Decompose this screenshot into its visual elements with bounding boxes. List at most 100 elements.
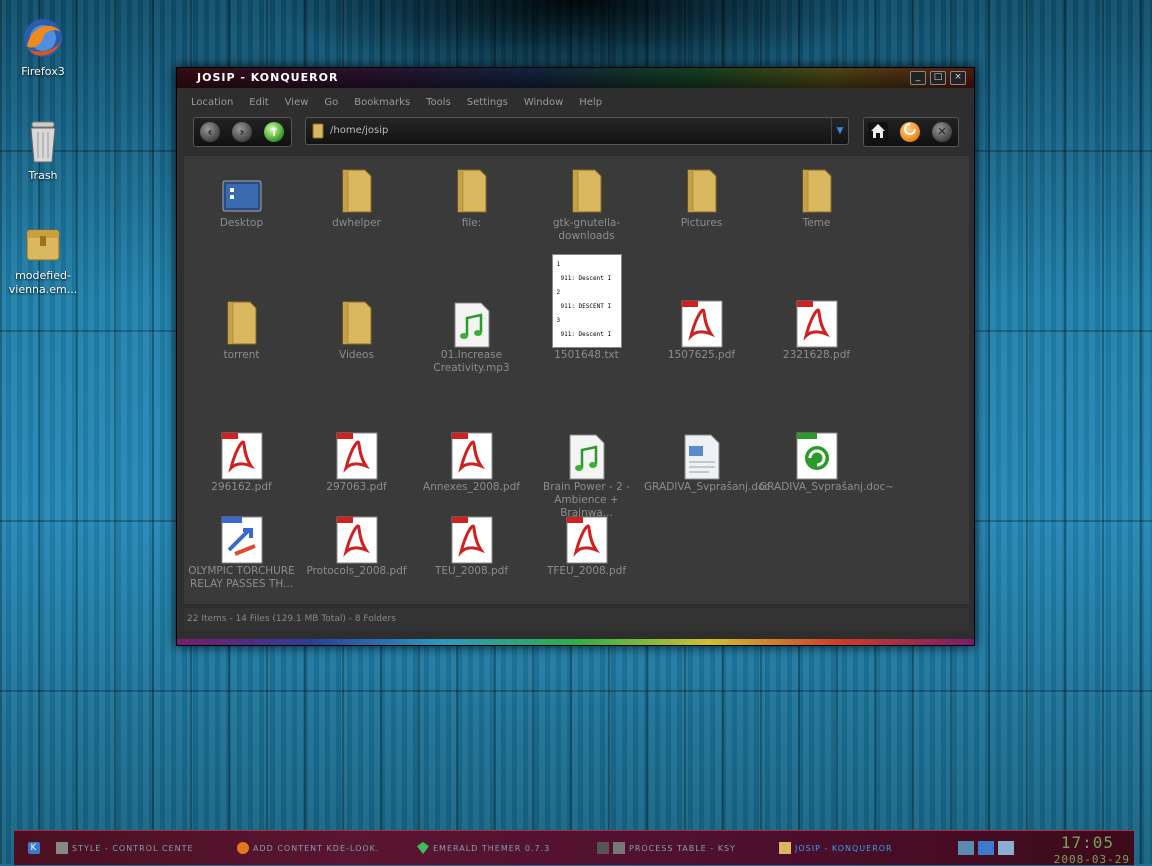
location-bar[interactable]: /home/josip ▼ [305, 117, 849, 145]
menu-edit[interactable]: Edit [241, 97, 276, 108]
desktop-icon-label: Firefox3 [21, 65, 65, 78]
maximize-button[interactable]: □ [930, 71, 946, 85]
pdf-icon [299, 508, 414, 564]
kde-menu-button[interactable]: K [28, 840, 40, 856]
location-input[interactable]: /home/josip [330, 125, 388, 136]
menu-window[interactable]: Window [516, 97, 571, 108]
audio-file-icon [414, 292, 529, 348]
pdf-icon [414, 508, 529, 564]
backup-file-icon [759, 424, 874, 480]
reload-icon [904, 123, 916, 135]
file-item[interactable]: GRADIVA_Svprašanj.doc~ [759, 424, 894, 494]
date: 2008-03-29 [1053, 853, 1130, 866]
file-item[interactable]: Videos [299, 292, 414, 362]
pdf-icon [414, 424, 529, 480]
file-name: 1507625.pdf [667, 349, 736, 361]
minimize-button[interactable]: _ [910, 71, 926, 85]
reload-button[interactable] [900, 122, 920, 142]
taskbar-task[interactable]: EMERALD THEMER 0.7.3 [417, 840, 550, 856]
emerald-icon [417, 842, 429, 854]
file-view: Desktop dwhelper file: gtk-gnutella-downloa… [184, 156, 969, 604]
control-center-icon [56, 842, 68, 854]
desktop-icon-archive[interactable]: modefied-vienna.em... [3, 224, 83, 297]
title-bar[interactable]: JOSIP - KONQUEROR _ □ × [177, 68, 974, 88]
desktop-icon-label: modefied-vienna.em... [8, 269, 78, 296]
file-name: file: [461, 217, 482, 229]
menu-bar: Location Edit View Go Bookmarks Tools Se… [183, 90, 610, 114]
file-item[interactable]: Desktop [184, 160, 299, 230]
file-item[interactable]: gtk-gnutella-downloads [529, 160, 644, 243]
file-item[interactable]: 296162.pdf [184, 424, 299, 494]
file-item[interactable]: TEU_2008.pdf [414, 508, 529, 578]
home-button[interactable] [868, 122, 888, 142]
task-label: EMERALD THEMER 0.7.3 [433, 843, 551, 853]
folder-icon [529, 160, 644, 216]
stop-button[interactable]: ✕ [932, 122, 952, 142]
taskbar-task[interactable]: STYLE - CONTROL CENTE [56, 840, 194, 856]
file-name: gtk-gnutella-downloads [552, 217, 621, 242]
chevron-down-icon[interactable]: ▼ [831, 118, 848, 144]
up-button[interactable]: ↑ [264, 122, 284, 142]
file-item[interactable]: 1507625.pdf [644, 292, 759, 362]
back-button[interactable]: ‹ [200, 122, 220, 142]
file-item[interactable]: 297063.pdf [299, 424, 414, 494]
menu-tools[interactable]: Tools [418, 97, 459, 108]
file-item[interactable]: 01.Increase Creativity.mp3 [414, 292, 529, 375]
taskbar-task[interactable]: ADD CONTENT KDE-LOOK. [237, 840, 379, 856]
network-icon[interactable] [958, 841, 974, 855]
home-icon [871, 124, 885, 138]
desktop-icon-firefox[interactable]: Firefox3 [3, 16, 83, 79]
desktop-icon-trash[interactable]: Trash [3, 118, 83, 183]
right-toolbar-buttons: ✕ [863, 117, 959, 147]
connection-icon[interactable] [998, 841, 1014, 855]
file-item[interactable]: file: [414, 160, 529, 230]
file-name: 296162.pdf [211, 481, 272, 493]
forward-button[interactable]: › [232, 122, 252, 142]
folder-icon [759, 160, 874, 216]
process-table-icon [613, 842, 625, 854]
preview-line: 1 [556, 261, 561, 268]
video-folder-icon [299, 292, 414, 348]
doc-file-icon [644, 424, 759, 480]
file-name: Protocols_2008.pdf [306, 565, 407, 577]
file-item[interactable]: Brain Power - 2 - Ambience + Brainwa... [529, 424, 644, 520]
status-text: 22 Items - 14 Files (129.1 MB Total) - 8… [187, 614, 396, 624]
menu-location[interactable]: Location [183, 97, 241, 108]
file-item[interactable]: OLYMPIC TORCHURE RELAY PASSES TH... [184, 508, 299, 591]
file-name: Videos [339, 349, 374, 361]
menu-help[interactable]: Help [571, 97, 610, 108]
close-window-button[interactable]: × [950, 71, 966, 85]
package-icon[interactable] [978, 841, 994, 855]
task-label: ADD CONTENT KDE-LOOK. [253, 843, 380, 853]
file-item[interactable]: Protocols_2008.pdf [299, 508, 414, 578]
menu-bookmarks[interactable]: Bookmarks [346, 97, 418, 108]
preview-line: 911: DESCENT I [560, 303, 612, 310]
taskbar-task[interactable]: PROCESS TABLE - KSY [597, 840, 736, 856]
taskbar: K STYLE - CONTROL CENTE ADD CONTENT KDE-… [14, 830, 1134, 866]
kde-icon: K [28, 842, 40, 854]
archive-folder-icon [26, 229, 60, 261]
navigation-buttons: ‹ › ↑ [193, 117, 292, 147]
file-item[interactable]: 2321628.pdf [759, 292, 874, 362]
file-item[interactable]: dwhelper [299, 160, 414, 230]
file-item[interactable]: 1 911: Descent I 2 911: DESCENT I 3 911: Desc… [529, 254, 644, 362]
desktop-icon-label: Trash [28, 169, 58, 182]
file-item[interactable]: GRADIVA_Svprašanj.doc [644, 424, 770, 494]
menu-go[interactable]: Go [316, 97, 346, 108]
file-item[interactable]: Pictures [644, 160, 759, 230]
window-title: JOSIP - KONQUEROR [197, 71, 339, 84]
file-item[interactable]: Teme [759, 160, 874, 230]
shortcut-file-icon [184, 508, 299, 564]
task-label: JOSIP - KONQUEROR [795, 843, 893, 853]
menu-settings[interactable]: Settings [459, 97, 516, 108]
menu-view[interactable]: View [277, 97, 317, 108]
clock[interactable]: 17:05 [1061, 833, 1114, 852]
taskbar-task-active[interactable]: JOSIP - KONQUEROR [779, 840, 893, 856]
file-name: 297063.pdf [326, 481, 387, 493]
pdf-icon [299, 424, 414, 480]
folder-icon [779, 842, 791, 854]
file-item[interactable]: torrent [184, 292, 299, 362]
file-item[interactable]: Annexes_2008.pdf [414, 424, 529, 494]
file-item[interactable]: TFEU_2008.pdf [529, 508, 644, 578]
konqueror-window: JOSIP - KONQUEROR _ □ × Location Edit Vi… [176, 67, 975, 646]
